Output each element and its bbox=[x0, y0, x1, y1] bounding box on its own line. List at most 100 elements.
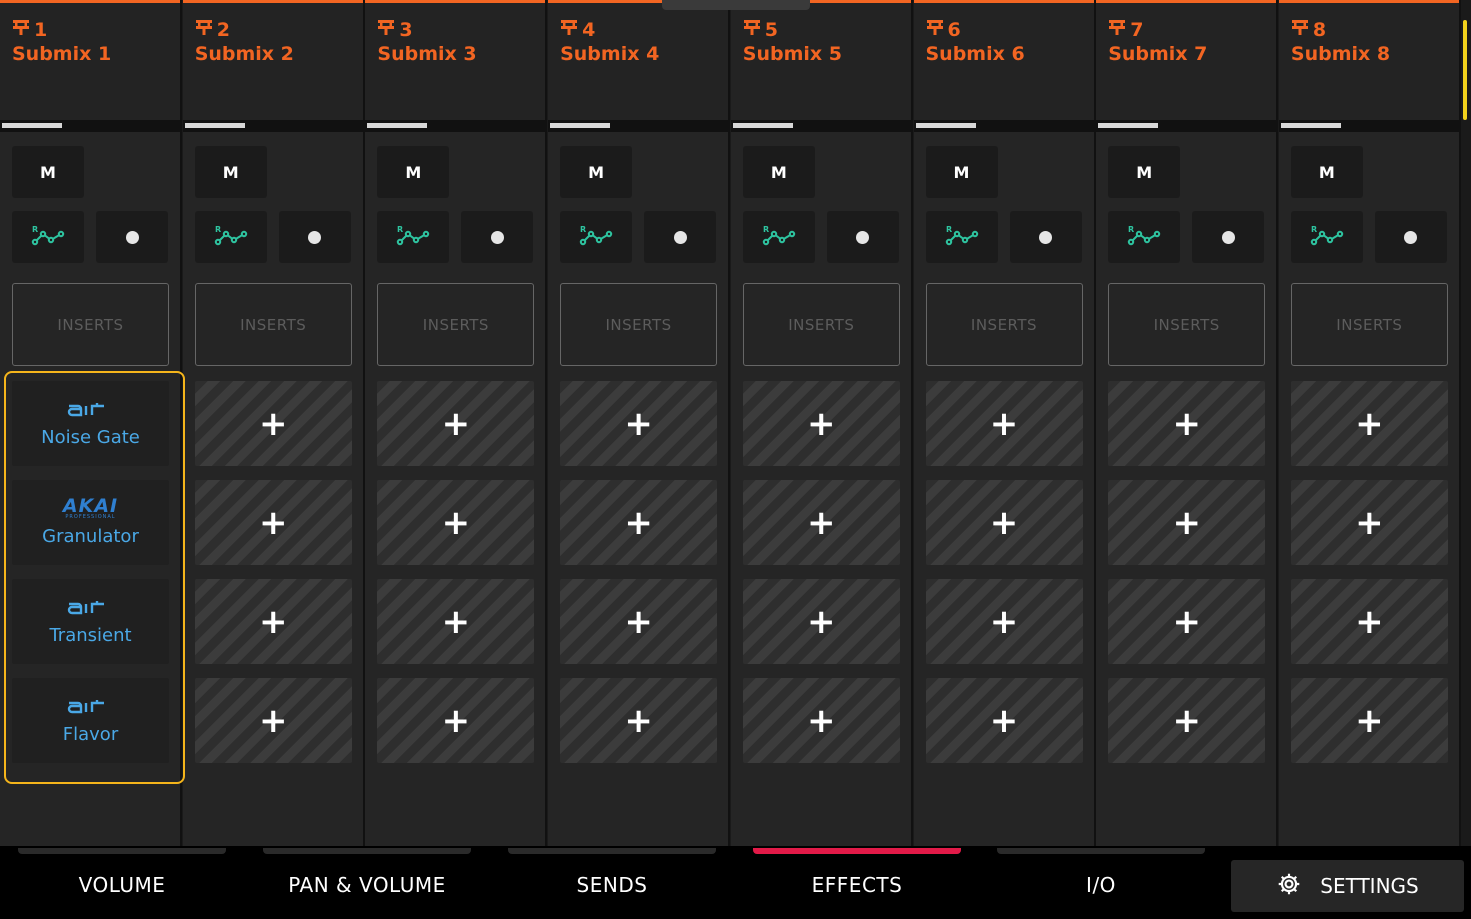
channel-header[interactable]: 1 Submix 1 bbox=[0, 0, 180, 120]
channel-number-label: 8 bbox=[1312, 18, 1327, 41]
insert-slot-2-empty[interactable]: + bbox=[377, 480, 535, 565]
settings-button[interactable]: SETTINGS bbox=[1231, 860, 1464, 912]
insert-slot-3-empty[interactable]: + bbox=[1290, 579, 1448, 664]
channel-header[interactable]: 6 Submix 6 bbox=[913, 0, 1094, 120]
plugin-name: Noise Gate bbox=[41, 427, 140, 448]
record-arm-button[interactable] bbox=[826, 211, 899, 263]
automation-button[interactable]: R bbox=[12, 211, 84, 263]
channel-header[interactable]: 5 Submix 5 bbox=[730, 0, 911, 120]
plus-icon: + bbox=[441, 403, 471, 444]
mixer-channels: 1 Submix 1 M R INSERTS Noise Gate AKAI P… bbox=[0, 0, 1471, 846]
insert-slot-3-empty[interactable]: + bbox=[1108, 579, 1266, 664]
insert-slot-4-empty[interactable]: + bbox=[925, 678, 1083, 763]
inserts-button[interactable]: INSERTS bbox=[742, 283, 900, 366]
top-handle[interactable] bbox=[662, 0, 810, 10]
insert-slot-3-empty[interactable]: + bbox=[194, 579, 352, 664]
insert-slot-2-empty[interactable]: + bbox=[925, 480, 1083, 565]
insert-slot-2-empty[interactable]: + bbox=[742, 480, 900, 565]
tab-volume[interactable]: VOLUME bbox=[17, 846, 227, 919]
insert-slot-1[interactable]: Noise Gate bbox=[12, 381, 169, 466]
submix-icon bbox=[926, 18, 944, 41]
mute-button[interactable]: M bbox=[1290, 146, 1363, 198]
automation-button[interactable]: R bbox=[925, 211, 998, 263]
insert-slot-1-empty[interactable]: + bbox=[925, 381, 1083, 466]
insert-slot-1-empty[interactable]: + bbox=[742, 381, 900, 466]
record-arm-button[interactable] bbox=[96, 211, 168, 263]
record-arm-icon bbox=[856, 230, 870, 244]
record-arm-button[interactable] bbox=[1192, 211, 1265, 263]
insert-slot-1-empty[interactable]: + bbox=[1290, 381, 1448, 466]
insert-slot-4-empty[interactable]: + bbox=[560, 678, 718, 763]
tab-i-o[interactable]: I/O bbox=[996, 846, 1206, 919]
level-meter-fill bbox=[732, 123, 793, 128]
mute-button[interactable]: M bbox=[560, 146, 633, 198]
channel-header[interactable]: 7 Submix 7 bbox=[1096, 0, 1277, 120]
plus-icon: + bbox=[807, 700, 836, 741]
inserts-button[interactable]: INSERTS bbox=[1108, 283, 1266, 366]
inserts-button[interactable]: INSERTS bbox=[194, 283, 352, 366]
record-arm-button[interactable] bbox=[461, 211, 534, 263]
inserts-button[interactable]: INSERTS bbox=[1290, 283, 1448, 366]
mute-button[interactable]: M bbox=[12, 146, 84, 198]
insert-slot-1-empty[interactable]: + bbox=[560, 381, 718, 466]
inserts-button[interactable]: INSERTS bbox=[377, 283, 535, 366]
record-arm-button[interactable] bbox=[1009, 211, 1082, 263]
insert-slot-3-empty[interactable]: + bbox=[377, 579, 535, 664]
inserts-button[interactable]: INSERTS bbox=[560, 283, 718, 366]
automation-read-icon: R bbox=[31, 224, 65, 250]
submix-icon bbox=[560, 18, 578, 41]
submix-icon bbox=[1291, 18, 1309, 41]
channel-number: 7 bbox=[1108, 18, 1143, 41]
insert-slot-1-empty[interactable]: + bbox=[1108, 381, 1266, 466]
insert-slot-3[interactable]: Transient bbox=[12, 579, 169, 664]
insert-slot-2-empty[interactable]: + bbox=[1108, 480, 1266, 565]
mute-button[interactable]: M bbox=[742, 146, 815, 198]
insert-slot-4-empty[interactable]: + bbox=[1108, 678, 1266, 763]
mute-button[interactable]: M bbox=[377, 146, 450, 198]
scroll-indicator[interactable] bbox=[1463, 20, 1467, 120]
channel-number: 5 bbox=[743, 18, 778, 41]
automation-button[interactable]: R bbox=[1108, 211, 1181, 263]
inserts-button[interactable]: INSERTS bbox=[925, 283, 1083, 366]
insert-slot-1-empty[interactable]: + bbox=[377, 381, 535, 466]
insert-slot-4[interactable]: Flavor bbox=[12, 678, 169, 763]
automation-button[interactable]: R bbox=[1290, 211, 1363, 263]
insert-slot-4-empty[interactable]: + bbox=[377, 678, 535, 763]
automation-button[interactable]: R bbox=[742, 211, 815, 263]
insert-slot-4-empty[interactable]: + bbox=[742, 678, 900, 763]
automation-button[interactable]: R bbox=[560, 211, 633, 263]
tab-pan-volume[interactable]: PAN & VOLUME bbox=[262, 846, 472, 919]
svg-text:R: R bbox=[580, 225, 586, 234]
air-logo bbox=[67, 399, 115, 419]
channel-strip-3: 3 Submix 3 M R INSERTS + + + + bbox=[365, 0, 548, 846]
plus-icon: + bbox=[807, 502, 836, 543]
channel-header[interactable]: 3 Submix 3 bbox=[365, 0, 546, 120]
record-arm-button[interactable] bbox=[278, 211, 351, 263]
channel-header[interactable]: 2 Submix 2 bbox=[182, 0, 363, 120]
automation-read-icon: R bbox=[1310, 224, 1344, 250]
inserts-button[interactable]: INSERTS bbox=[12, 283, 169, 366]
channel-number-label: 3 bbox=[399, 18, 413, 41]
tab-effects[interactable]: EFFECTS bbox=[752, 846, 962, 919]
insert-slot-3-empty[interactable]: + bbox=[925, 579, 1083, 664]
level-meter bbox=[548, 120, 729, 132]
automation-button[interactable]: R bbox=[377, 211, 450, 263]
tab-sends[interactable]: SENDS bbox=[507, 846, 717, 919]
mute-button[interactable]: M bbox=[1108, 146, 1181, 198]
mute-button[interactable]: M bbox=[925, 146, 998, 198]
insert-slot-4-empty[interactable]: + bbox=[1290, 678, 1448, 763]
insert-slot-3-empty[interactable]: + bbox=[742, 579, 900, 664]
insert-slot-2-empty[interactable]: + bbox=[560, 480, 718, 565]
insert-slot-2-empty[interactable]: + bbox=[1290, 480, 1448, 565]
insert-slot-2-empty[interactable]: + bbox=[194, 480, 352, 565]
insert-slot-1-empty[interactable]: + bbox=[194, 381, 352, 466]
channel-header[interactable]: 8 Submix 8 bbox=[1278, 0, 1459, 120]
channel-header[interactable]: 4 Submix 4 bbox=[548, 0, 729, 120]
record-arm-button[interactable] bbox=[1374, 211, 1447, 263]
insert-slot-3-empty[interactable]: + bbox=[560, 579, 718, 664]
record-arm-button[interactable] bbox=[644, 211, 717, 263]
mute-button[interactable]: M bbox=[194, 146, 267, 198]
insert-slot-4-empty[interactable]: + bbox=[194, 678, 352, 763]
insert-slot-2[interactable]: AKAI PROFESSIONAL Granulator bbox=[12, 480, 169, 565]
automation-button[interactable]: R bbox=[194, 211, 267, 263]
